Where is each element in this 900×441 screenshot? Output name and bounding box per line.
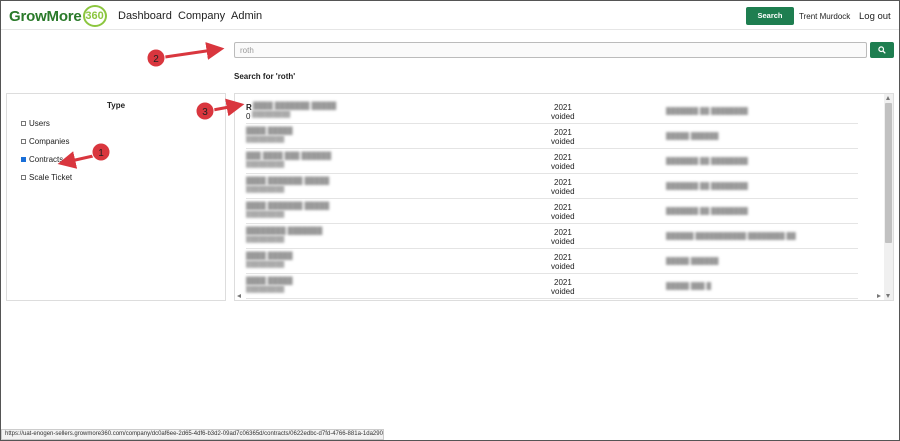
search-icon [878, 46, 886, 54]
header-search-button[interactable]: Search [746, 7, 794, 25]
results-scrollbar[interactable] [884, 94, 893, 300]
status-bar-url: https://uat-enogen-sellers.growmore360.c… [1, 429, 384, 440]
result-year: 2021 [554, 203, 572, 212]
result-row[interactable]: ████ ███████ █████ █████████ 2021 voided… [246, 174, 858, 199]
result-status: voided [551, 162, 575, 171]
result-name-initial: R [246, 103, 252, 112]
result-name-redacted: ████ ███████ █████ [246, 178, 330, 185]
results-list[interactable]: R ████ ███████ █████ 0 █████████ 2021 vo… [234, 93, 894, 301]
result-number-redacted: █████████ [246, 287, 285, 293]
result-name-redacted: ███ ████ ███ ██████ [246, 153, 332, 160]
growmore-logo[interactable]: GrowMore 360 [9, 5, 107, 27]
scroll-left-arrow-icon[interactable] [237, 294, 241, 298]
result-name-redacted: ████ ███████ █████ [253, 103, 337, 110]
filter-contracts[interactable]: Contracts [21, 155, 63, 164]
logout-link[interactable]: Log out [859, 11, 891, 22]
result-status: voided [551, 262, 575, 271]
nav-admin[interactable]: Admin [231, 10, 262, 22]
filter-contracts-label: Contracts [29, 155, 64, 164]
result-year: 2021 [554, 253, 572, 262]
result-number-redacted: █████████ [246, 212, 285, 218]
filter-companies-checkbox[interactable] [21, 139, 26, 144]
filter-users-label: Users [29, 119, 50, 128]
scroll-right-arrow-icon[interactable] [877, 294, 881, 298]
filter-contracts-checkbox[interactable] [21, 157, 26, 162]
result-status: voided [551, 137, 575, 146]
result-year: 2021 [554, 128, 572, 137]
filter-companies[interactable]: Companies [21, 137, 69, 146]
result-year: 2021 [554, 153, 572, 162]
scrollbar-thumb[interactable] [885, 103, 892, 243]
result-year: 2021 [554, 178, 572, 187]
result-owner-redacted: █████ ██████ [666, 133, 719, 140]
result-status: voided [551, 187, 575, 196]
filter-companies-label: Companies [29, 137, 70, 146]
result-name-redacted: ████ █████ [246, 278, 293, 285]
result-status: voided [551, 237, 575, 246]
result-owner-redacted: ███████ ██ ████████ [666, 108, 748, 115]
result-name-redacted: ████ ███████ █████ [246, 203, 330, 210]
result-name-redacted: ████ █████ [246, 253, 293, 260]
filter-users-checkbox[interactable] [21, 121, 26, 126]
result-row[interactable]: ███ ████ ███ ██████ █████████ 2021 voide… [246, 149, 858, 174]
filter-title: Type [106, 101, 126, 110]
scroll-down-arrow-icon[interactable] [886, 294, 890, 298]
result-row[interactable]: ████ █████ █████████ 2021 voided █████ █… [246, 249, 858, 274]
top-navbar: GrowMore 360 Dashboard Company Admin Sear… [1, 1, 899, 30]
result-owner-redacted: ███████ ██ ████████ [666, 158, 748, 165]
result-owner-redacted: █████ ███ █ [666, 283, 712, 290]
result-row[interactable]: ████ ███████ █████ █████████ 2021 voided… [246, 199, 858, 224]
result-number-redacted: █████████ [246, 162, 285, 168]
result-owner-redacted: ███████ ██ ████████ [666, 208, 748, 215]
result-number-initial: 0 [246, 112, 251, 121]
filter-scale-ticket[interactable]: Scale Ticket [21, 173, 72, 182]
type-filter-panel: Type Users Companies Contracts Scale Tic… [6, 93, 226, 301]
result-year: 2021 [554, 278, 572, 287]
filter-scale-ticket-checkbox[interactable] [21, 175, 26, 180]
result-year: 2021 [554, 103, 572, 112]
search-results-heading: Search for 'roth' [234, 72, 296, 81]
nav-dashboard[interactable]: Dashboard [118, 10, 172, 22]
result-row[interactable]: ████ █████ █████████ 2021 voided █████ █… [246, 124, 858, 149]
result-number-redacted: █████████ [252, 112, 291, 118]
result-owner-redacted: ██████ ███████████ ████████ ██ [666, 233, 796, 240]
result-status: voided [551, 287, 575, 296]
result-name-redacted: ████ █████ [246, 128, 293, 135]
logo-text: GrowMore [9, 7, 82, 25]
result-owner-redacted: █████ ██████ [666, 258, 719, 265]
logo-360-badge: 360 [82, 5, 107, 27]
result-owner-redacted: ███████ ██ ████████ [666, 183, 748, 190]
current-user-name[interactable]: Trent Murdock [799, 12, 850, 21]
result-row[interactable]: ████████ ███████ █████████ 2021 voided █… [246, 224, 858, 249]
result-status: voided [551, 212, 575, 221]
result-row[interactable]: ████ █████ █████████ 2021 voided █████ █… [246, 274, 858, 299]
result-year: 2021 [554, 228, 572, 237]
nav-company[interactable]: Company [178, 10, 225, 22]
result-name-redacted: ████████ ███████ [246, 228, 323, 235]
search-submit-button[interactable] [870, 42, 894, 58]
scroll-up-arrow-icon[interactable] [886, 96, 890, 100]
filter-scale-ticket-label: Scale Ticket [29, 173, 73, 182]
result-number-redacted: █████████ [246, 187, 285, 193]
result-row[interactable]: R ████ ███████ █████ 0 █████████ 2021 vo… [246, 99, 858, 124]
search-input[interactable] [234, 42, 867, 58]
result-number-redacted: █████████ [246, 262, 285, 268]
result-number-redacted: █████████ [246, 237, 285, 243]
result-status: voided [551, 112, 575, 121]
result-number-redacted: █████████ [246, 137, 285, 143]
filter-users[interactable]: Users [21, 119, 50, 128]
